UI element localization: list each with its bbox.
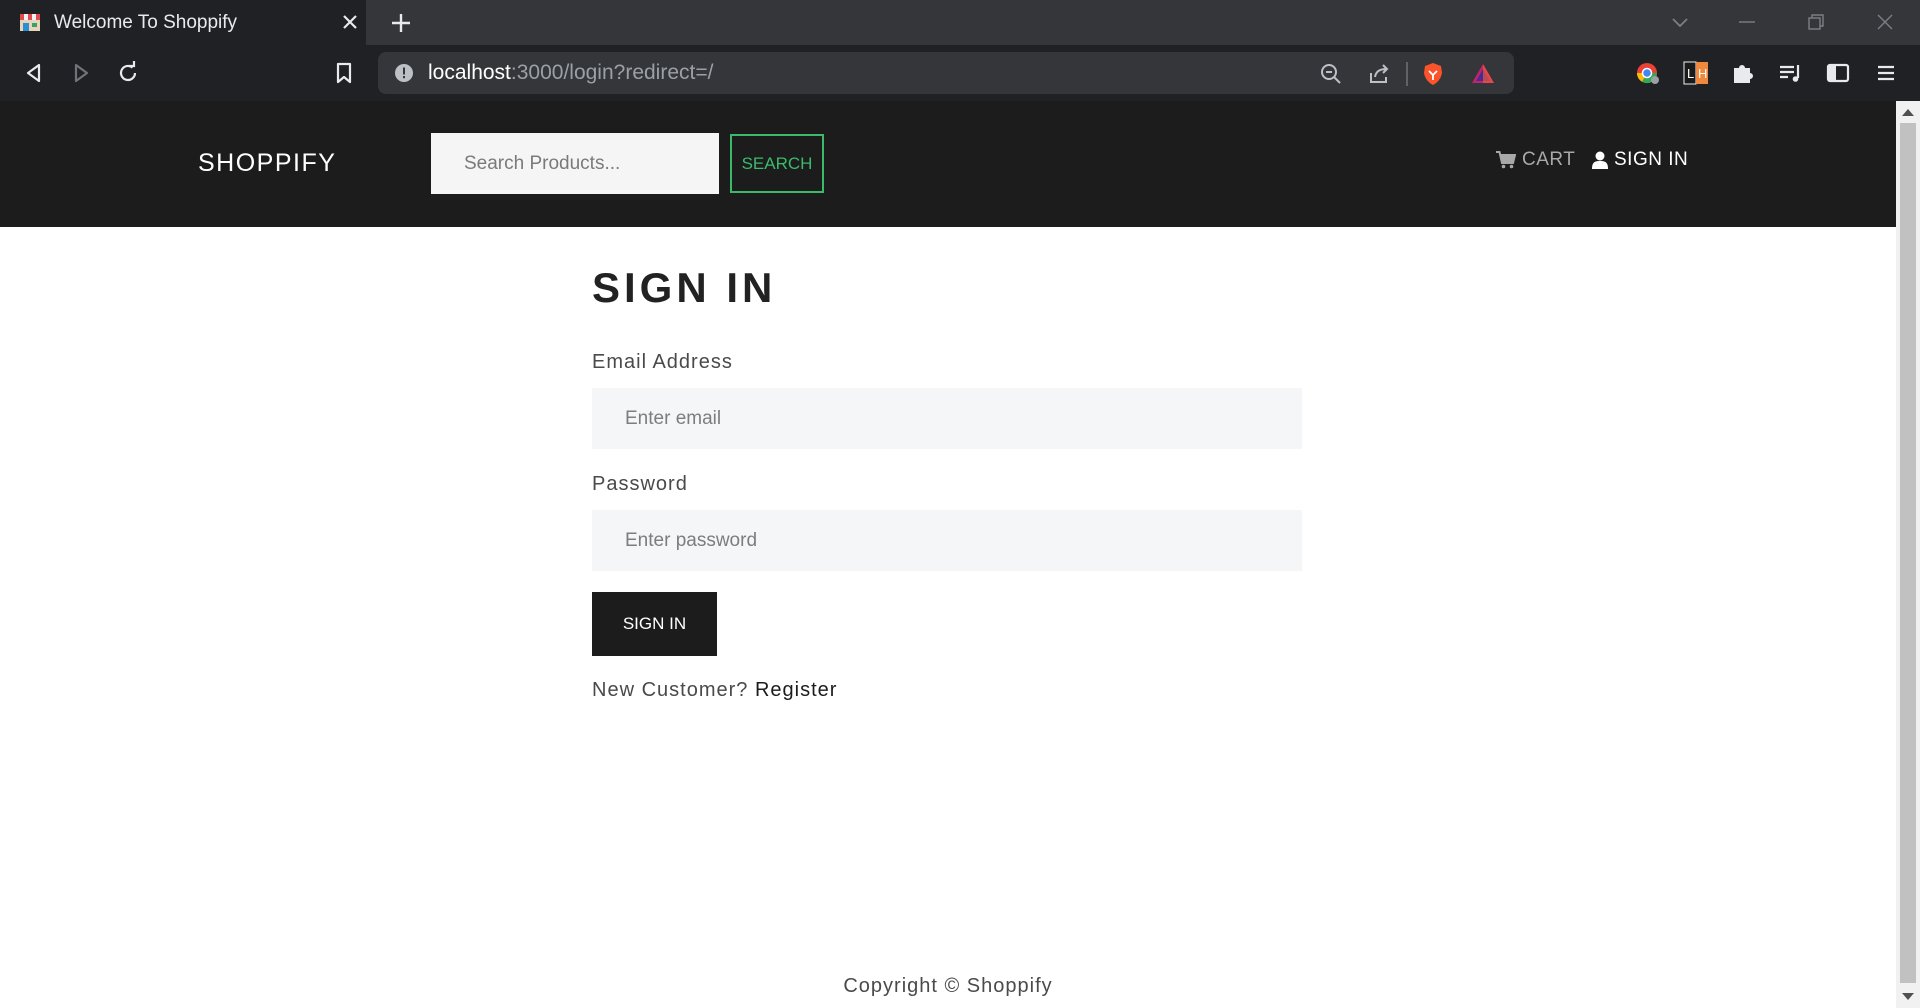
password-label: Password — [592, 473, 688, 495]
register-prompt-line: New Customer? Register — [592, 679, 837, 702]
reload-icon[interactable] — [114, 59, 142, 87]
signin-submit-button[interactable]: SIGN IN — [592, 592, 717, 656]
tab-search-chevron-icon[interactable] — [1668, 10, 1692, 34]
page-viewport: SHOPPIFY SEARCH CART SIGN IN SIGN IN Ema… — [0, 101, 1896, 1008]
scroll-up-arrow-icon[interactable] — [1902, 109, 1914, 116]
signin-nav-label: SIGN IN — [1614, 149, 1689, 170]
nav-signin-link[interactable]: SIGN IN — [1592, 149, 1688, 171]
omnibox-divider — [1406, 62, 1408, 86]
chrome-extension-icon[interactable] — [1634, 59, 1662, 87]
search-button[interactable]: SEARCH — [730, 134, 824, 193]
minimize-icon[interactable] — [1735, 10, 1759, 34]
footer-copyright: Copyright © Shoppify — [843, 975, 1053, 997]
close-tab-icon[interactable] — [338, 10, 362, 34]
restore-icon[interactable] — [1804, 10, 1828, 34]
tab-title: Welcome To Shoppify — [54, 12, 238, 33]
lighthouse-extension-icon[interactable]: L H — [1682, 59, 1710, 87]
extensions-icon[interactable] — [1729, 59, 1757, 87]
back-icon[interactable] — [20, 59, 48, 87]
brave-shield-icon[interactable] — [1420, 61, 1446, 87]
menu-icon[interactable] — [1872, 59, 1900, 87]
cart-label: CART — [1522, 149, 1576, 170]
zoom-icon[interactable] — [1318, 61, 1344, 87]
register-link[interactable]: Register — [755, 679, 837, 701]
new-tab-icon[interactable] — [386, 8, 416, 38]
address-url[interactable]: localhost:3000/login?redirect=/ — [428, 61, 713, 85]
site-header: SHOPPIFY SEARCH CART SIGN IN — [0, 101, 1896, 227]
close-window-icon[interactable] — [1873, 10, 1897, 34]
scrollbar-thumb[interactable] — [1900, 123, 1916, 983]
brand-logo[interactable]: SHOPPIFY — [198, 149, 336, 178]
sidebar-icon[interactable] — [1824, 59, 1852, 87]
cart-icon — [1496, 151, 1516, 169]
share-icon[interactable] — [1366, 61, 1392, 87]
bookmark-icon[interactable] — [330, 59, 358, 87]
email-field[interactable] — [592, 388, 1302, 449]
search-input[interactable] — [431, 133, 719, 194]
svg-text:L: L — [1687, 66, 1694, 81]
browser-toolbar: localhost:3000/login?redirect=/ L H — [0, 45, 1920, 101]
brave-rewards-icon[interactable] — [1470, 61, 1496, 87]
register-prompt: New Customer? — [592, 679, 749, 701]
user-icon — [1592, 151, 1608, 169]
page-title: SIGN IN — [592, 264, 777, 311]
password-field[interactable] — [592, 510, 1302, 571]
page-scrollbar[interactable] — [1896, 101, 1920, 1008]
info-icon[interactable] — [394, 63, 414, 83]
address-bar[interactable]: localhost:3000/login?redirect=/ — [378, 52, 1514, 94]
svg-text:H: H — [1698, 66, 1707, 81]
nav-cart-link[interactable]: CART — [1496, 149, 1575, 171]
browser-tab-strip: Welcome To Shoppify — [0, 0, 1920, 45]
scroll-down-arrow-icon[interactable] — [1902, 993, 1914, 1000]
browser-tab-active[interactable]: Welcome To Shoppify — [0, 0, 366, 45]
email-label: Email Address — [592, 351, 733, 373]
forward-icon[interactable] — [67, 59, 95, 87]
playlist-icon[interactable] — [1776, 59, 1804, 87]
store-favicon-icon — [20, 14, 40, 31]
